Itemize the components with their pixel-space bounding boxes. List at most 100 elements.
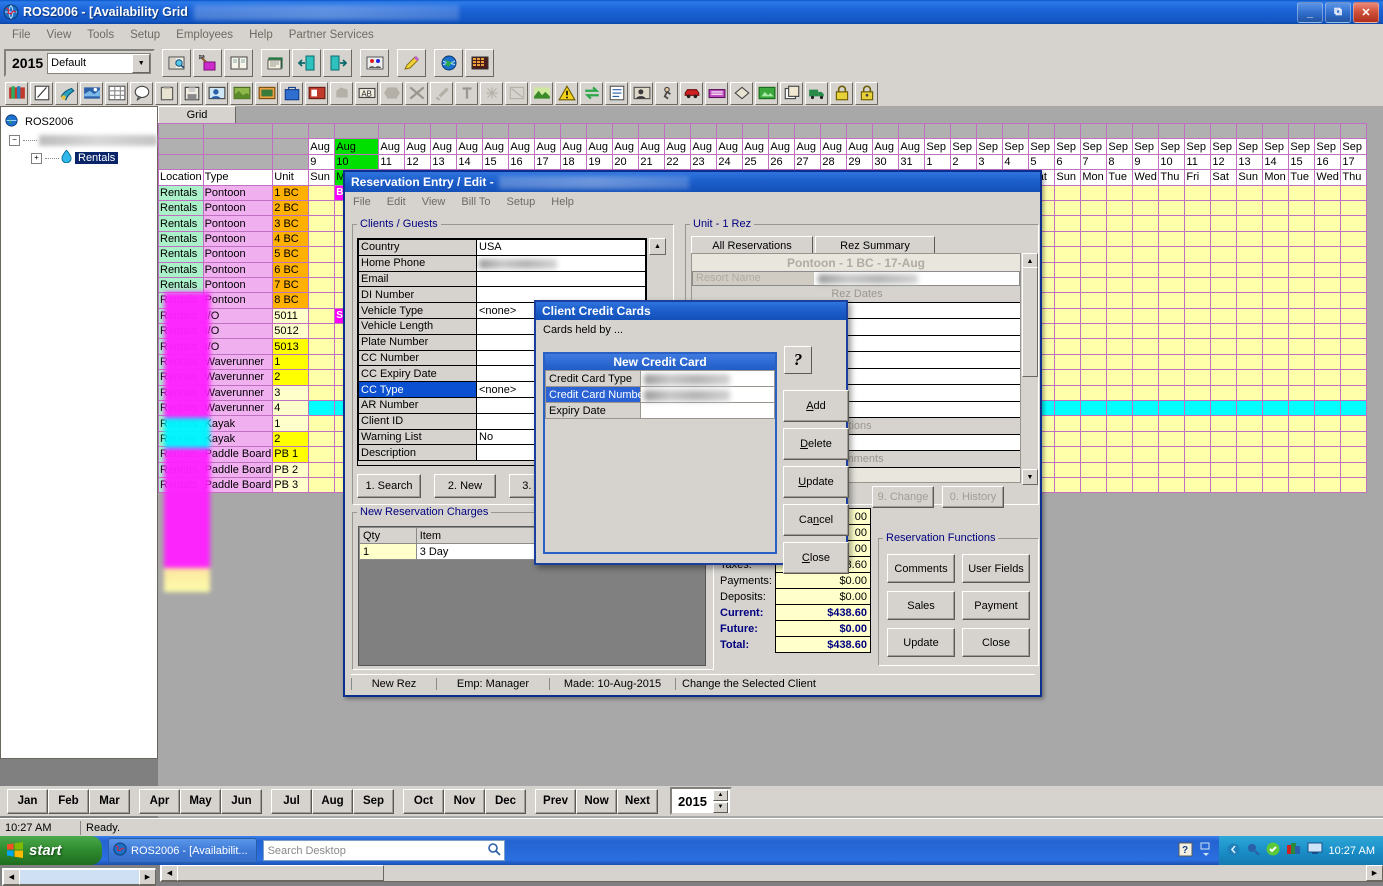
grid-availability-cell[interactable] [309, 308, 335, 323]
client-field-label[interactable]: CC Number [359, 350, 477, 366]
grid-availability-cell[interactable] [309, 447, 335, 462]
month-mar[interactable]: Mar [89, 789, 130, 814]
grid-availability-cell[interactable] [1237, 262, 1263, 277]
grid-availability-cell[interactable] [1289, 447, 1315, 462]
grid-availability-cell[interactable] [1263, 431, 1289, 446]
grid-availability-cell[interactable] [1263, 477, 1289, 492]
grid-location-cell[interactable]: Rentals [159, 200, 204, 215]
month-jul[interactable]: Jul [271, 789, 312, 814]
grid-header-spacer[interactable] [873, 124, 899, 139]
grid-availability-cell[interactable] [1159, 231, 1185, 246]
grid-type-cell[interactable]: Paddle Board [203, 447, 273, 462]
grid-day-header[interactable]: 14 [1263, 154, 1289, 169]
month-dec[interactable]: Dec [485, 789, 526, 814]
grid-availability-cell[interactable] [1237, 200, 1263, 215]
grid-availability-cell[interactable] [1159, 477, 1185, 492]
grid-availability-cell[interactable] [1263, 385, 1289, 400]
grid-availability-cell[interactable] [1185, 216, 1211, 231]
grid-month-header[interactable]: Sep [1289, 139, 1315, 154]
grid-availability-cell[interactable] [1185, 370, 1211, 385]
grid-dow-header[interactable]: Thu [1341, 170, 1367, 185]
maximize-button[interactable]: ⧉ [1325, 2, 1351, 23]
grid-availability-cell[interactable] [1289, 277, 1315, 292]
grid-location-cell[interactable]: Rentals [159, 216, 204, 231]
grid-availability-cell[interactable] [1055, 231, 1081, 246]
red-car-icon[interactable] [680, 82, 703, 105]
client-field-row[interactable]: CountryUSA [359, 240, 646, 256]
grid-availability-cell[interactable] [1289, 370, 1315, 385]
system-tray[interactable]: 10:27 AM [1219, 836, 1383, 865]
grid-availability-cell[interactable] [1211, 308, 1237, 323]
grid-availability-cell[interactable] [1107, 354, 1133, 369]
grid-availability-cell[interactable] [1055, 308, 1081, 323]
credit-card-field-value[interactable] [641, 371, 775, 387]
grid-header-spacer[interactable] [159, 139, 204, 154]
grid-day-header[interactable]: 27 [795, 154, 821, 169]
grid-month-header[interactable]: Aug [587, 139, 613, 154]
grid-month-header[interactable]: Aug [717, 139, 743, 154]
grid-availability-cell[interactable] [1133, 277, 1159, 292]
grid-availability-cell[interactable] [1133, 462, 1159, 477]
grid-availability-cell[interactable] [1263, 370, 1289, 385]
grid-day-header[interactable]: 16 [509, 154, 535, 169]
grid-availability-cell[interactable] [1237, 216, 1263, 231]
grid-availability-cell[interactable] [1055, 247, 1081, 262]
grid-day-header[interactable]: 22 [665, 154, 691, 169]
grid-header-spacer[interactable] [587, 124, 613, 139]
grid-availability-cell[interactable] [1107, 231, 1133, 246]
grid-availability-cell[interactable] [1237, 385, 1263, 400]
grid-month-header[interactable]: Sep [1341, 139, 1367, 154]
grid-month-header[interactable]: Sep [951, 139, 977, 154]
grid-unit-cell[interactable]: 2 BC [273, 200, 309, 215]
grid-availability-cell[interactable] [1133, 262, 1159, 277]
grid-availability-cell[interactable] [1081, 185, 1107, 200]
credit-card-field-row[interactable]: Credit Card Number [546, 387, 775, 403]
client-field-label[interactable]: CC Type [359, 382, 477, 398]
grid-month-header[interactable]: Sep [1055, 139, 1081, 154]
main-toolbar[interactable]: 2015 Default ▼ [0, 46, 1383, 80]
grid-availability-cell[interactable] [1107, 216, 1133, 231]
credit-card-fields-table[interactable]: Credit Card TypeCredit Card NumberExpiry… [545, 370, 775, 419]
tree-hscrollbar[interactable]: ◀ ▶ [2, 868, 156, 886]
balloon-icon[interactable] [130, 82, 153, 105]
grid-day-header[interactable]: 19 [587, 154, 613, 169]
grid-unit-cell[interactable]: 7 BC [273, 277, 309, 292]
grid-availability-cell[interactable] [309, 354, 335, 369]
grid-availability-cell[interactable] [1315, 370, 1341, 385]
close-button[interactable]: ✕ [1353, 2, 1379, 23]
grid-day-header[interactable]: 31 [899, 154, 925, 169]
month-aug[interactable]: Aug [312, 789, 353, 814]
grid-month-header[interactable]: Sep [1029, 139, 1055, 154]
payment-button[interactable]: Payment [962, 591, 1030, 620]
grid-dow-header[interactable]: Mon [1081, 170, 1107, 185]
green-swap-icon[interactable] [580, 82, 603, 105]
grid-day-header[interactable]: 25 [743, 154, 769, 169]
grid-type-cell[interactable]: Pontoon [203, 216, 273, 231]
grid-availability-cell[interactable] [1289, 324, 1315, 339]
client-field-label[interactable]: Warning List [359, 429, 477, 445]
grid-availability-cell[interactable] [1107, 324, 1133, 339]
grid-header-spacer[interactable] [639, 124, 665, 139]
grid-availability-cell[interactable] [1107, 477, 1133, 492]
grid-availability-cell[interactable] [1211, 462, 1237, 477]
nav-now-button[interactable]: Now [576, 789, 617, 814]
grid-availability-cell[interactable] [1081, 308, 1107, 323]
grid-type-cell[interactable]: Pontoon [203, 185, 273, 200]
grid-availability-cell[interactable] [1159, 262, 1185, 277]
colors-icon[interactable] [1286, 842, 1301, 859]
update-button[interactable]: Update [887, 628, 955, 657]
cc-cancel-button[interactable]: Cancel [783, 504, 849, 536]
navigation-tree-panel[interactable]: ROS2006 − + Rentals [0, 106, 158, 759]
grid-availability-cell[interactable] [1341, 247, 1367, 262]
scroll-left-button[interactable]: ◀ [3, 869, 20, 885]
grid-dow-header[interactable]: Wed [1133, 170, 1159, 185]
grid-availability-cell[interactable] [1133, 401, 1159, 416]
search-input[interactable]: Search Desktop [263, 840, 505, 861]
grid-availability-cell[interactable] [309, 247, 335, 262]
scroll-right-button[interactable]: ▶ [139, 869, 156, 885]
grid-day-header[interactable]: 20 [613, 154, 639, 169]
rez-menu-edit[interactable]: Edit [379, 196, 414, 208]
grid-availability-cell[interactable] [1341, 447, 1367, 462]
grid-month-header[interactable]: Sep [1185, 139, 1211, 154]
grid-availability-cell[interactable] [1263, 447, 1289, 462]
